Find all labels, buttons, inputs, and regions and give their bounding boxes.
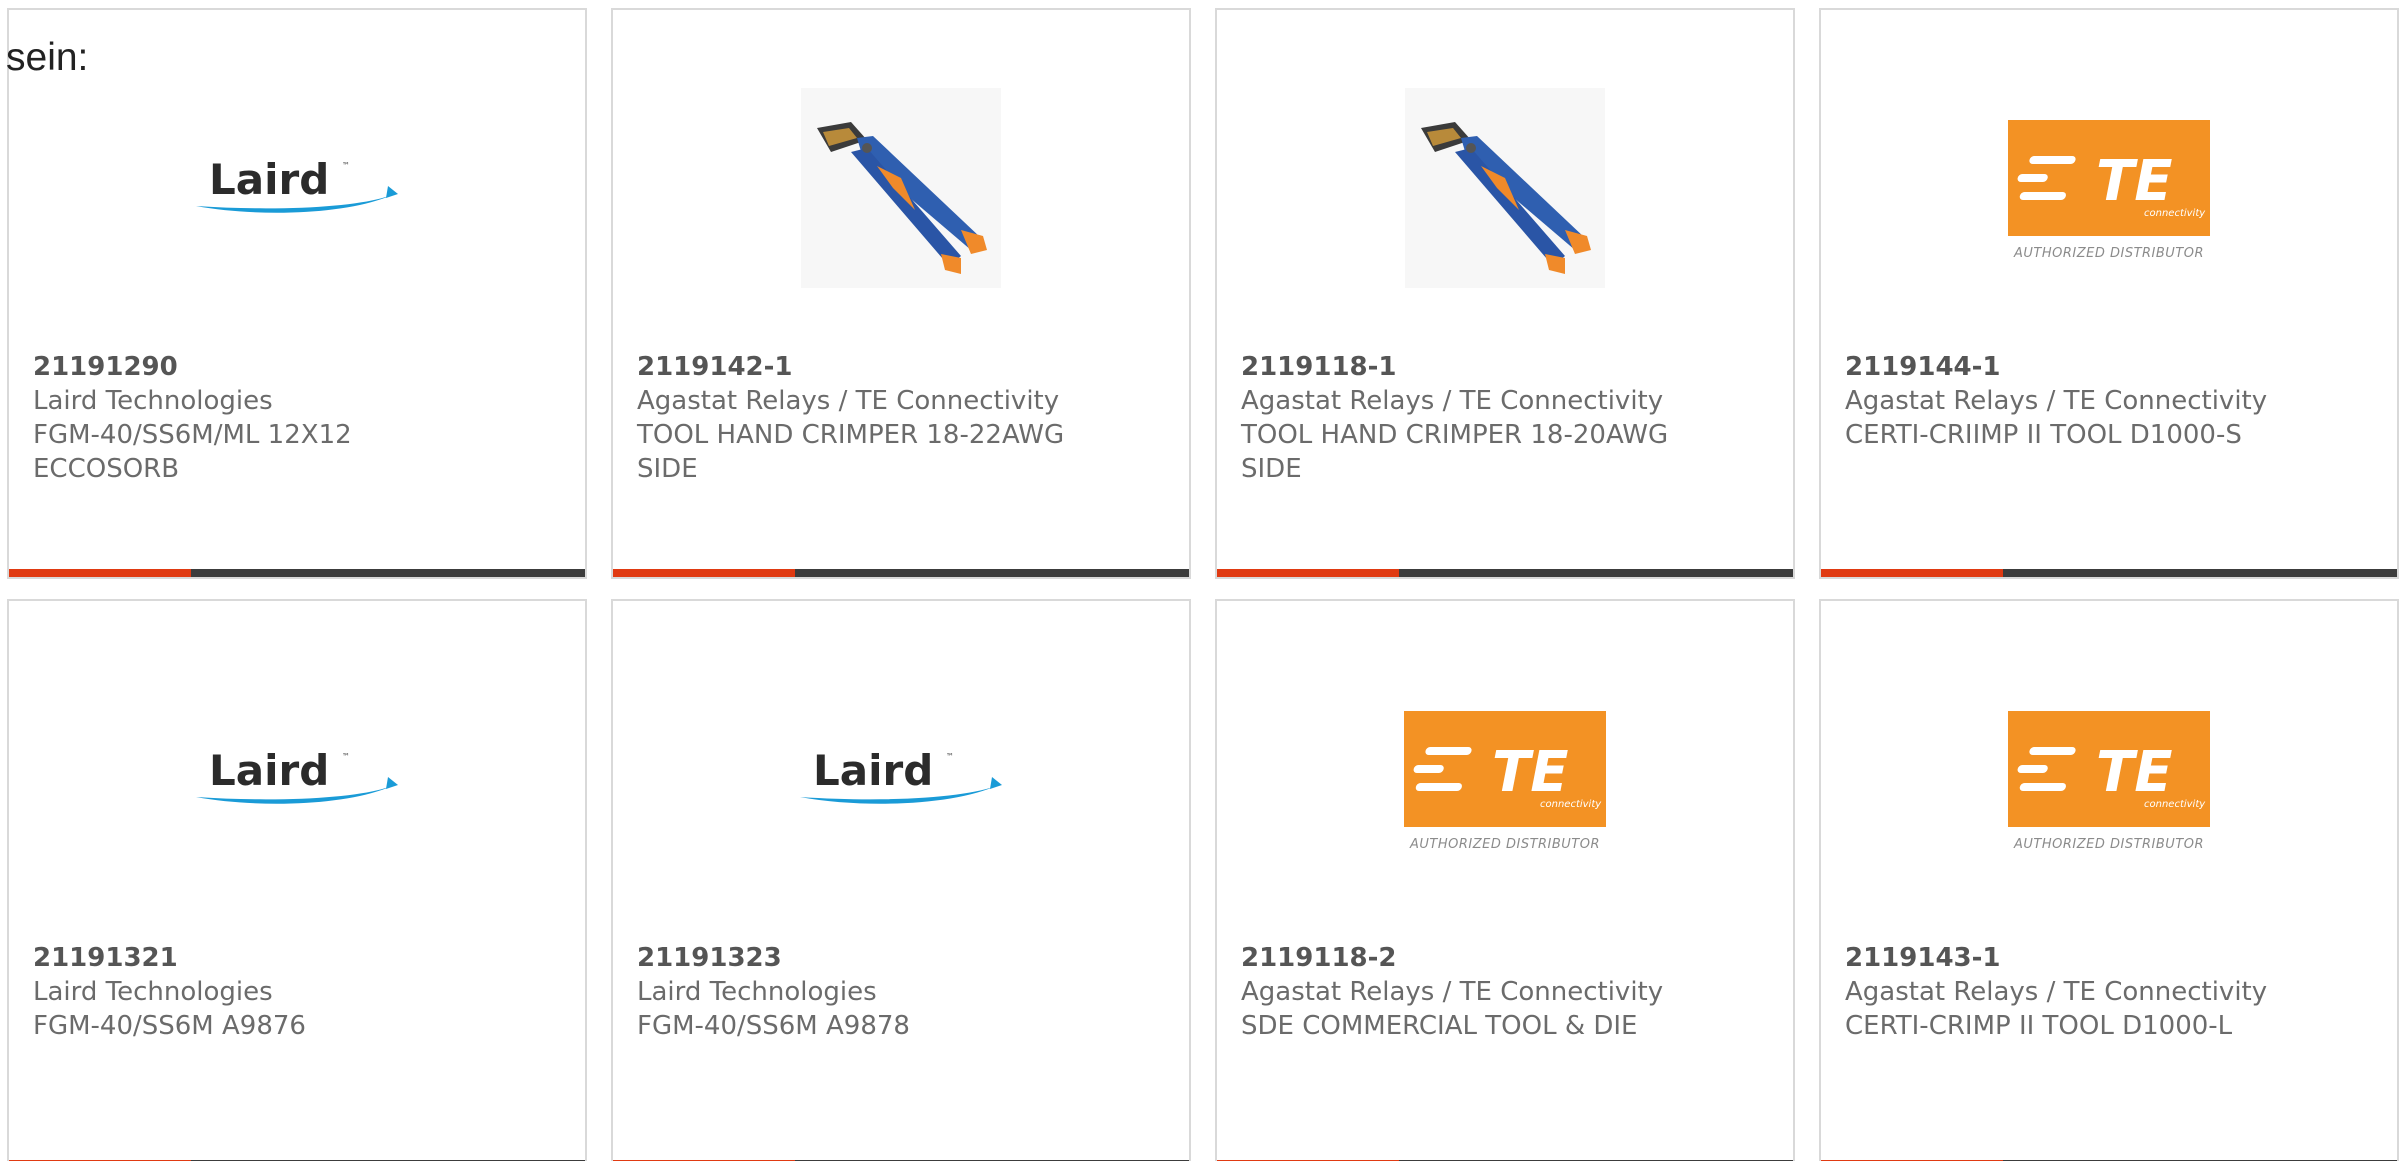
product-info: 21191290 Laird Technologies FGM-40/SS6M/ML… [33,350,565,486]
part-number[interactable]: 21191290 [33,350,565,384]
product-card[interactable]: TE connectivity AUTHORIZED DISTRIBUTOR 2119… [1215,599,1795,1161]
product-image[interactable]: Laird ™ [9,671,585,891]
product-info: 2119118-2 Agastat Relays / TE Connectivit… [1241,941,1773,1043]
laird-logo: Laird ™ [796,746,1006,815]
card-bottom-bar [9,569,585,577]
description-line: SDE COMMERCIAL TOOL & DIE [1241,1011,1638,1041]
te-logo-box: TE connectivity [2008,119,2210,236]
laird-logo: Laird ™ [192,155,402,224]
card-accent-bar [9,569,191,577]
part-number[interactable]: 2119144-1 [1845,350,2377,384]
description-line: SIDE [637,454,698,484]
te-logo-subtitle: AUTHORIZED DISTRIBUTOR [1409,836,1601,852]
laird-logo-text: Laird [209,747,329,795]
product-info: 21191323 Laird Technologies FGM-40/SS6M A9… [637,941,1169,1043]
manufacturer: Agastat Relays / TE Connectivity [1845,386,2268,416]
product-info: 21191321 Laird Technologies FGM-40/SS6M A9… [33,941,565,1043]
card-accent-bar [1821,569,2003,577]
te-connectivity-logo: TE connectivity AUTHORIZED DISTRIBUTOR [2008,119,2210,261]
manufacturer: Agastat Relays / TE Connectivity [637,386,1060,416]
product-card[interactable]: TE connectivity AUTHORIZED DISTRIBUTOR 2119… [1819,599,2399,1161]
card-bottom-bar [1821,569,2397,577]
card-accent-bar [1217,569,1399,577]
product-image[interactable] [1217,80,1793,300]
te-logo-text: TE [2096,740,2172,805]
crimper-tool-photo [1405,88,1605,292]
manufacturer: Agastat Relays / TE Connectivity [1845,977,2268,1007]
part-number[interactable]: 2119142-1 [637,350,1169,384]
part-number[interactable]: 2119118-2 [1241,941,1773,975]
product-card[interactable]: Laird ™ 21191290 Laird Technologies FGM-40/S… [7,8,587,579]
te-logo-text: TE [1492,740,1568,805]
te-logo-box: TE connectivity [2008,710,2210,827]
product-image[interactable]: Laird ™ [9,80,585,300]
part-number[interactable]: 2119118-1 [1241,350,1773,384]
product-card[interactable]: 2119142-1 Agastat Relays / TE Connectivit… [611,8,1191,579]
description-line: SIDE [1241,454,1302,484]
product-info: 2119144-1 Agastat Relays / TE Connectivit… [1845,350,2377,452]
description-line: CERTI-CRIMP II TOOL D1000-L [1845,1011,2233,1041]
laird-logo: Laird ™ [192,746,402,815]
product-info: 2119118-1 Agastat Relays / TE Connectivit… [1241,350,1773,486]
product-info: 2119143-1 Agastat Relays / TE Connectivit… [1845,941,2377,1043]
te-connectivity-logo: TE connectivity AUTHORIZED DISTRIBUTOR [2008,710,2210,852]
manufacturer: Agastat Relays / TE Connectivity [1241,977,1664,1007]
product-card[interactable]: Laird ™ 21191323 Laird Technologies FGM-40/S… [611,599,1191,1161]
svg-text:™: ™ [342,752,350,761]
description-line: TOOL HAND CRIMPER 18-20AWG [1241,420,1669,450]
description-line: FGM-40/SS6M/ML 12X12 [33,420,352,450]
description-line: CERTI-CRIIMP II TOOL D1000-S [1845,420,2242,450]
part-number[interactable]: 2119143-1 [1845,941,2377,975]
card-accent-bar [613,569,795,577]
te-logo-subtitle: AUTHORIZED DISTRIBUTOR [2013,836,2205,852]
card-bottom-bar [1217,569,1793,577]
te-logo-small: connectivity [1540,799,1602,810]
product-card[interactable]: TE connectivity AUTHORIZED DISTRIBUTOR 2119… [1819,8,2399,579]
te-logo-subtitle: AUTHORIZED DISTRIBUTOR [2013,245,2205,261]
laird-logo-text: Laird [209,156,329,204]
part-number[interactable]: 21191321 [33,941,565,975]
manufacturer: Laird Technologies [33,977,273,1007]
product-info: 2119142-1 Agastat Relays / TE Connectivit… [637,350,1169,486]
product-image[interactable] [613,80,1189,300]
manufacturer: Laird Technologies [637,977,877,1007]
description-line: ECCOSORB [33,454,180,484]
description-line: TOOL HAND CRIMPER 18-22AWG [637,420,1065,450]
te-logo-text: TE [2096,149,2172,214]
description-line: FGM-40/SS6M A9876 [33,1011,306,1041]
svg-text:™: ™ [342,161,350,170]
product-image[interactable]: TE connectivity AUTHORIZED DISTRIBUTOR [1217,671,1793,891]
manufacturer: Agastat Relays / TE Connectivity [1241,386,1664,416]
product-card[interactable]: 2119118-1 Agastat Relays / TE Connectivit… [1215,8,1795,579]
description-line: FGM-40/SS6M A9878 [637,1011,910,1041]
te-logo-small: connectivity [2144,799,2206,810]
part-number[interactable]: 21191323 [637,941,1169,975]
intro-text: sein: [6,36,89,79]
card-bottom-bar [613,569,1189,577]
page: sein: Laird ™ 21191290 Laird Technologies FG… [0,0,2400,1161]
laird-logo-text: Laird [813,747,933,795]
svg-text:™: ™ [946,752,954,761]
product-image[interactable]: TE connectivity AUTHORIZED DISTRIBUTOR [1821,80,2397,300]
te-logo-small: connectivity [2144,208,2206,219]
product-grid: Laird ™ 21191290 Laird Technologies FGM-40/S… [7,8,2399,1161]
te-connectivity-logo: TE connectivity AUTHORIZED DISTRIBUTOR [1404,710,1606,852]
te-logo-box: TE connectivity [1404,710,1606,827]
product-image[interactable]: Laird ™ [613,671,1189,891]
product-card[interactable]: Laird ™ 21191321 Laird Technologies FGM-40/S… [7,599,587,1161]
product-image[interactable]: TE connectivity AUTHORIZED DISTRIBUTOR [1821,671,2397,891]
crimper-tool-photo [801,88,1001,292]
manufacturer: Laird Technologies [33,386,273,416]
